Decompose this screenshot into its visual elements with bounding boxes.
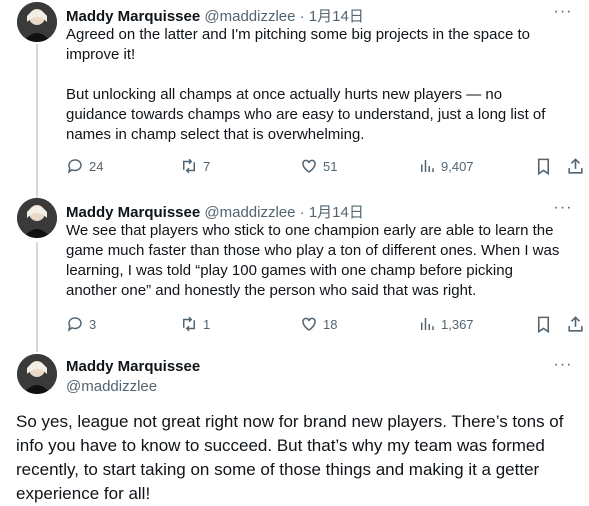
share-icon [568,315,583,332]
post-header: Maddy Marquissee @maddizzlee · 1月14日 [66,5,364,26]
views-count: 1,367 [441,316,474,332]
reply-icon [67,317,82,332]
reply-button[interactable]: 24 [66,156,103,176]
post-text: We see that players who stick to one cha… [66,222,564,299]
heart-icon [302,159,316,173]
repost-button[interactable]: 1 [180,314,210,334]
post-header: Maddy Marquissee @maddizzlee · 1月14日 [66,201,364,222]
share-button[interactable] [566,314,585,334]
avatar-image [17,354,57,394]
reply-count: 24 [89,158,104,174]
views-chart-icon [421,160,434,172]
more-icon[interactable]: ··· [553,357,573,374]
more-icon[interactable]: ··· [553,200,573,217]
avatar[interactable] [17,2,57,42]
avatar-image [17,2,57,42]
avatar-image [17,198,57,238]
handle-and-date[interactable]: @maddizzlee · 1月14日 [204,204,363,221]
display-name[interactable]: Maddy Marquissee [66,8,200,25]
bookmark-icon [537,158,550,175]
like-button[interactable]: 18 [300,314,337,334]
action-bar: 24 7 51 9,407 [66,156,589,176]
reply-button[interactable]: 3 [66,314,96,334]
reply-count: 3 [89,316,97,332]
handle[interactable]: @maddizzlee [66,378,157,395]
share-button[interactable] [566,156,585,176]
repost-icon [183,158,195,174]
action-bar: 3 1 18 1,367 [66,314,589,334]
reply-icon [67,159,82,174]
bookmark-button[interactable] [534,314,553,334]
display-name[interactable]: Maddy Marquissee [66,204,200,221]
post-text: Agreed on the latter and I'm pitching so… [66,26,546,143]
display-name[interactable]: Maddy Marquissee [66,358,200,375]
repost-button[interactable]: 7 [180,156,210,176]
heart-icon [302,317,316,331]
thread-line [36,44,38,198]
share-icon [568,157,583,174]
views-chart-icon [421,318,434,330]
repost-icon [183,316,195,332]
views-button[interactable]: 9,407 [418,156,474,176]
views-count: 9,407 [441,158,474,174]
like-count: 51 [323,158,338,174]
handle-and-date[interactable]: @maddizzlee · 1月14日 [204,8,363,25]
thread-line [36,242,38,352]
more-icon[interactable]: ··· [553,4,573,21]
bookmark-icon [537,316,550,333]
avatar[interactable] [17,198,57,238]
like-count: 18 [323,316,338,332]
bookmark-button[interactable] [534,156,553,176]
repost-count: 7 [203,158,211,174]
repost-count: 1 [203,316,211,332]
avatar[interactable] [17,354,57,394]
post-text: So yes, league not great right now for b… [16,412,564,503]
views-button[interactable]: 1,367 [418,314,474,334]
like-button[interactable]: 51 [300,156,337,176]
